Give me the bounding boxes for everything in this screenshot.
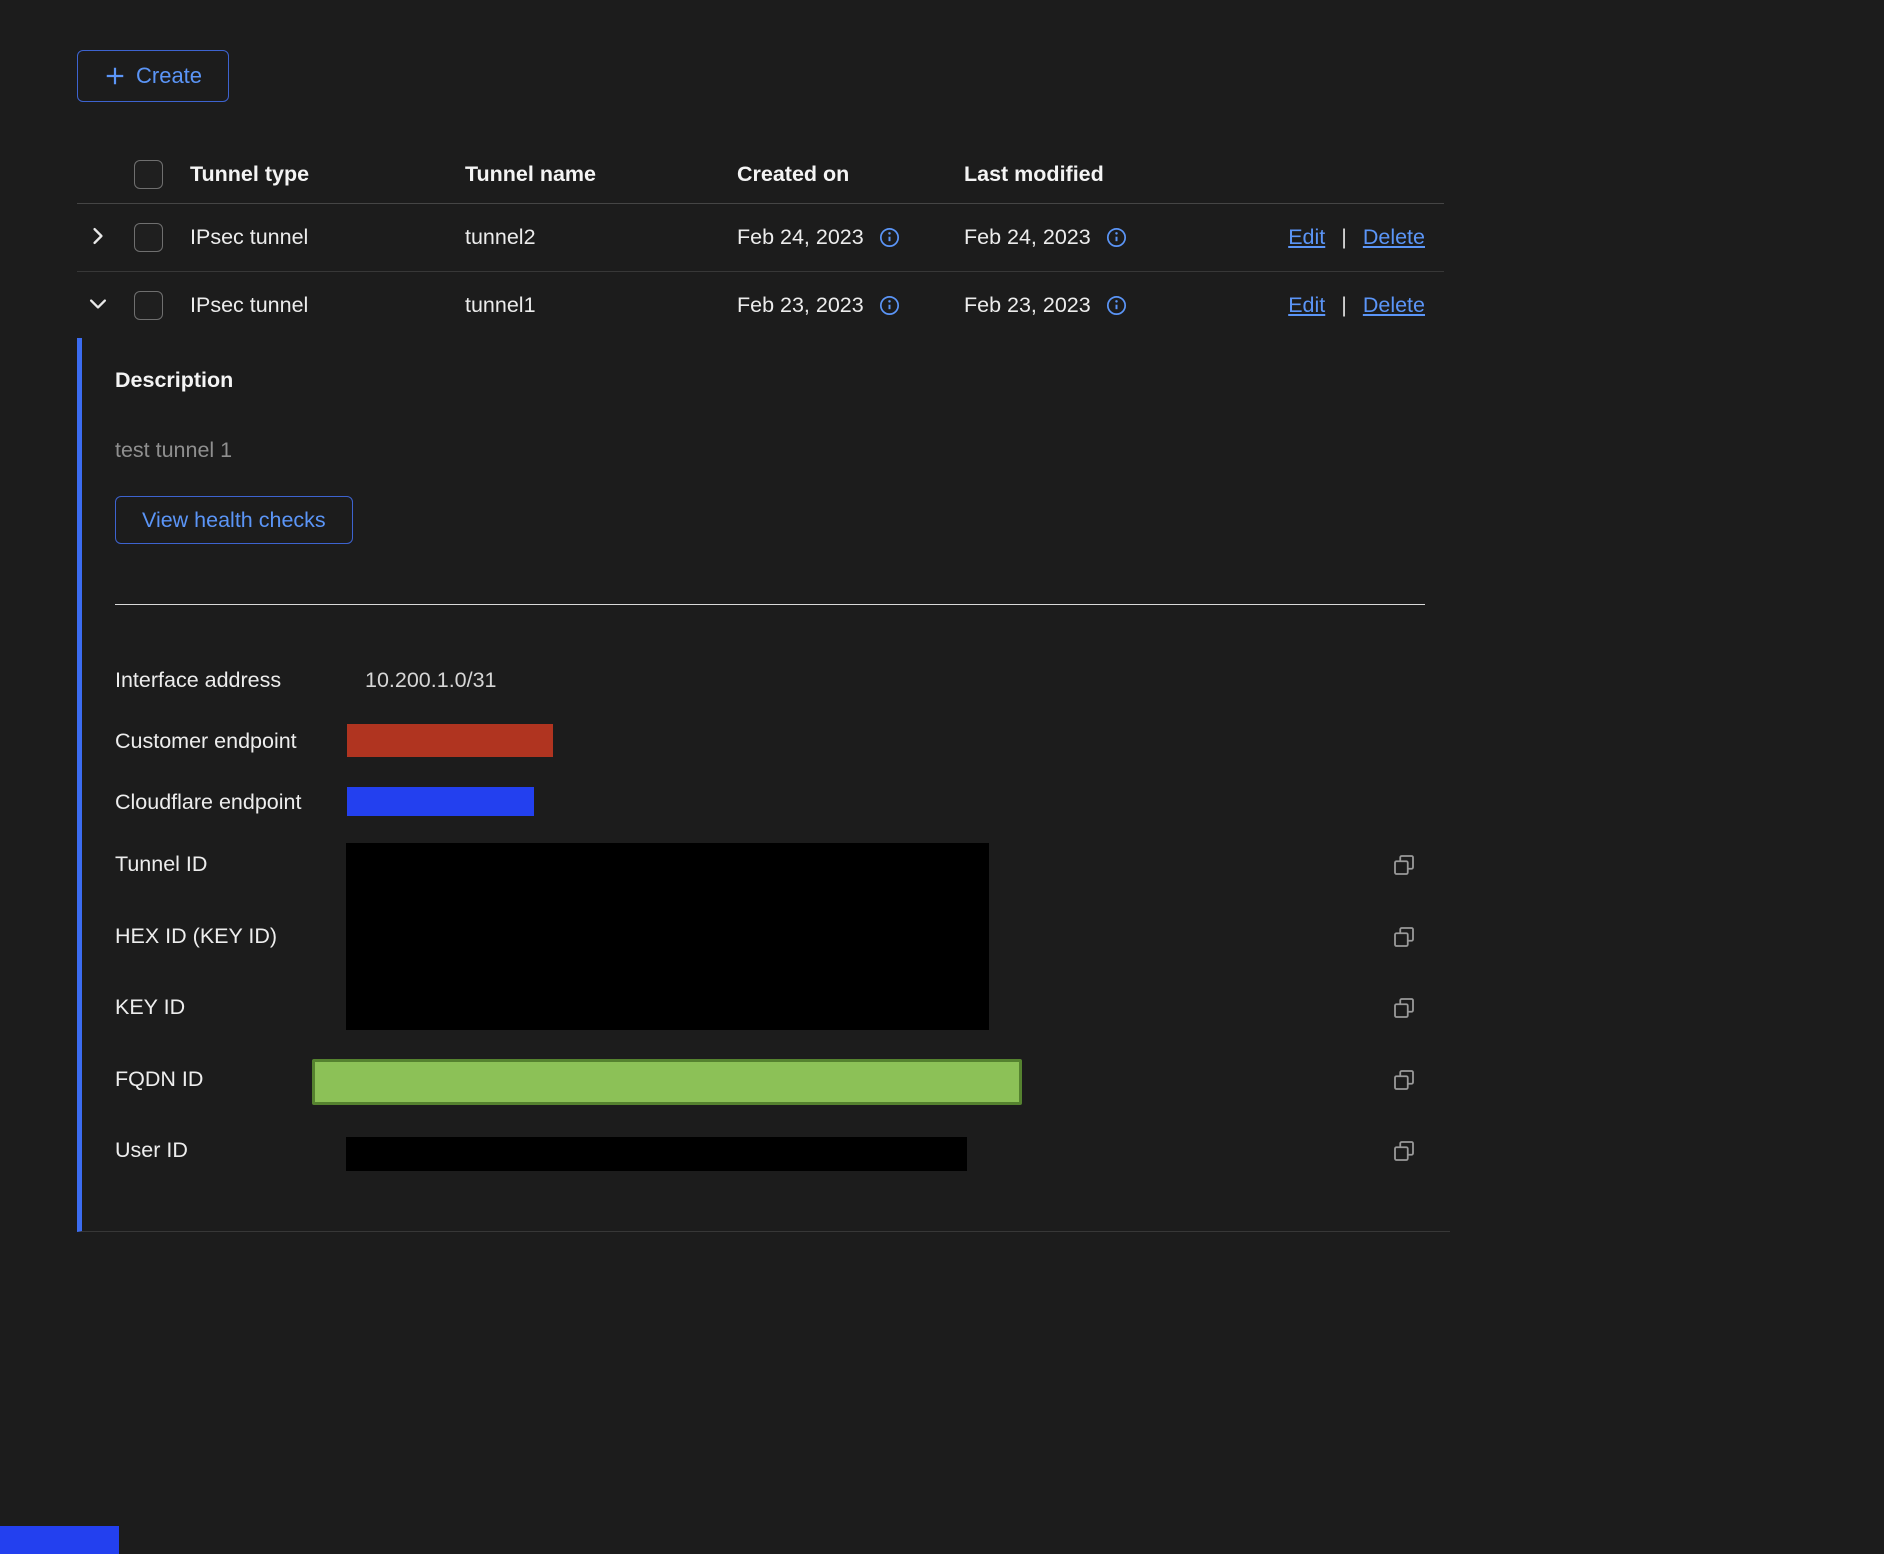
copy-icon — [1392, 1068, 1416, 1095]
info-icon[interactable] — [1106, 295, 1127, 316]
row-checkbox[interactable] — [134, 291, 163, 320]
section-divider — [115, 604, 1425, 605]
info-icon[interactable] — [1106, 227, 1127, 248]
header-created-on: Created on — [737, 162, 964, 187]
cloudflare-endpoint-redacted-value — [347, 787, 534, 816]
copy-icon — [1392, 853, 1416, 880]
bottom-blue-bar — [0, 1526, 119, 1554]
interface-address-value: 10.200.1.0/31 — [365, 668, 497, 693]
header-tunnel-name: Tunnel name — [465, 162, 737, 187]
tunnel-details-panel: Description test tunnel 1 View health ch… — [77, 338, 1450, 1232]
table-row: IPsec tunnel tunnel2 Feb 24, 2023 Feb 24… — [77, 204, 1444, 272]
hex-id-label: HEX ID (KEY ID) — [115, 924, 277, 949]
user-id-redacted-value — [346, 1137, 967, 1171]
created-on-cell: Feb 23, 2023 — [737, 293, 864, 318]
fqdn-id-label: FQDN ID — [115, 1067, 203, 1092]
collapse-row-button[interactable] — [87, 293, 109, 318]
copy-icon — [1392, 925, 1416, 952]
copy-user-id-button[interactable] — [1392, 1139, 1416, 1166]
customer-endpoint-redacted-value — [347, 724, 553, 757]
copy-icon — [1392, 1139, 1416, 1166]
table-row: IPsec tunnel tunnel1 Feb 23, 2023 Feb 23… — [77, 272, 1444, 339]
interface-address-label: Interface address — [115, 668, 281, 693]
action-separator: | — [1341, 293, 1347, 318]
fqdn-id-redacted-value — [312, 1059, 1022, 1105]
plus-icon — [104, 65, 126, 87]
last-modified-cell: Feb 24, 2023 — [964, 225, 1091, 250]
create-button[interactable]: Create — [77, 50, 229, 102]
ids-redacted-value — [346, 843, 989, 1030]
table-header-row: Tunnel type Tunnel name Created on Last … — [77, 146, 1444, 204]
delete-link[interactable]: Delete — [1363, 225, 1425, 250]
tunnels-table: Tunnel type Tunnel name Created on Last … — [77, 146, 1444, 339]
tunnel-type-cell: IPsec tunnel — [190, 225, 465, 250]
view-health-checks-label: View health checks — [142, 508, 326, 533]
key-id-label: KEY ID — [115, 995, 185, 1020]
copy-icon — [1392, 996, 1416, 1023]
copy-hex-id-button[interactable] — [1392, 925, 1416, 952]
select-all-checkbox[interactable] — [134, 160, 163, 189]
create-button-label: Create — [136, 63, 202, 89]
description-value: test tunnel 1 — [115, 438, 232, 463]
chevron-right-icon — [87, 225, 109, 250]
tunnel-type-cell: IPsec tunnel — [190, 293, 465, 318]
tunnel-name-cell: tunnel1 — [465, 293, 737, 318]
action-separator: | — [1341, 225, 1347, 250]
customer-endpoint-label: Customer endpoint — [115, 729, 297, 754]
chevron-down-icon — [87, 293, 109, 318]
header-tunnel-type: Tunnel type — [190, 162, 465, 187]
cloudflare-endpoint-label: Cloudflare endpoint — [115, 790, 301, 815]
description-label: Description — [115, 368, 233, 393]
last-modified-cell: Feb 23, 2023 — [964, 293, 1091, 318]
tunnel-name-cell: tunnel2 — [465, 225, 737, 250]
row-checkbox[interactable] — [134, 223, 163, 252]
info-icon[interactable] — [879, 295, 900, 316]
tunnels-page: Create Tunnel type Tunnel name Created o… — [0, 0, 1884, 1554]
info-icon[interactable] — [879, 227, 900, 248]
edit-link[interactable]: Edit — [1288, 225, 1325, 250]
delete-link[interactable]: Delete — [1363, 293, 1425, 318]
user-id-label: User ID — [115, 1138, 188, 1163]
copy-fqdn-id-button[interactable] — [1392, 1068, 1416, 1095]
created-on-cell: Feb 24, 2023 — [737, 225, 864, 250]
expand-row-button[interactable] — [87, 225, 109, 250]
view-health-checks-button[interactable]: View health checks — [115, 496, 353, 544]
tunnel-id-label: Tunnel ID — [115, 852, 207, 877]
edit-link[interactable]: Edit — [1288, 293, 1325, 318]
copy-key-id-button[interactable] — [1392, 996, 1416, 1023]
copy-tunnel-id-button[interactable] — [1392, 853, 1416, 880]
header-last-modified: Last modified — [964, 162, 1264, 187]
